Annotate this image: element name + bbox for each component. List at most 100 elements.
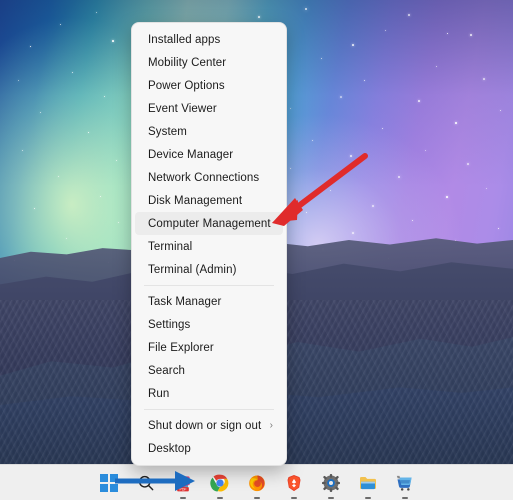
star <box>312 140 313 141</box>
star <box>352 232 354 234</box>
firefox-icon <box>247 473 267 493</box>
star <box>18 80 19 81</box>
star <box>364 80 365 81</box>
menu-item-label: File Explorer <box>148 342 273 354</box>
star <box>436 66 437 67</box>
menu-item-installed-apps[interactable]: Installed apps <box>135 28 283 51</box>
menu-item-file-explorer[interactable]: File Explorer <box>135 336 283 359</box>
star <box>321 58 322 59</box>
star <box>340 96 342 98</box>
menu-item-settings[interactable]: Settings <box>135 313 283 336</box>
menu-item-label: System <box>148 126 273 138</box>
menu-separator <box>144 285 274 286</box>
running-indicator <box>254 497 260 499</box>
menu-item-terminal-admin[interactable]: Terminal (Admin) <box>135 258 283 281</box>
brave-browser-icon[interactable] <box>281 470 307 496</box>
menu-item-run[interactable]: Run <box>135 382 283 405</box>
menu-item-label: Shut down or sign out <box>148 420 264 432</box>
star <box>66 238 67 239</box>
google-chrome-icon[interactable] <box>207 470 233 496</box>
star <box>398 176 400 178</box>
file-explorer-icon[interactable] <box>355 470 381 496</box>
windows-taskbar[interactable]: PDF <box>0 464 513 500</box>
menu-item-label: Event Viewer <box>148 103 273 115</box>
menu-item-label: Mobility Center <box>148 57 273 69</box>
star <box>290 108 291 109</box>
folder-icon <box>358 473 378 493</box>
star <box>425 150 426 151</box>
menu-item-label: Run <box>148 388 273 400</box>
running-indicator <box>180 497 186 499</box>
menu-item-desktop[interactable]: Desktop <box>135 437 283 460</box>
running-indicator <box>402 497 408 499</box>
menu-item-network-connections[interactable]: Network Connections <box>135 166 283 189</box>
running-indicator <box>328 497 334 499</box>
menu-item-disk-management[interactable]: Disk Management <box>135 189 283 212</box>
star <box>418 100 420 102</box>
star <box>498 228 499 229</box>
menu-item-computer-management[interactable]: Computer Management <box>135 212 283 235</box>
menu-item-label: Power Options <box>148 80 273 92</box>
star <box>60 24 61 25</box>
menu-item-label: Device Manager <box>148 149 273 161</box>
menu-item-shut-down-or-sign-out[interactable]: Shut down or sign out › <box>135 414 283 437</box>
menu-item-label: Network Connections <box>148 172 273 184</box>
menu-item-label: Installed apps <box>148 34 273 46</box>
star <box>112 40 114 42</box>
star <box>96 12 97 13</box>
star <box>455 122 457 124</box>
star <box>385 30 386 31</box>
star <box>100 196 101 197</box>
star <box>372 205 374 207</box>
star <box>22 150 23 151</box>
menu-item-label: Terminal (Admin) <box>148 264 273 276</box>
menu-item-device-manager[interactable]: Device Manager <box>135 143 283 166</box>
mozilla-firefox-icon[interactable] <box>244 470 270 496</box>
star <box>40 112 41 113</box>
menu-separator <box>144 409 274 410</box>
star <box>412 220 413 221</box>
menu-item-label: Task Manager <box>148 296 273 308</box>
menu-item-label: Search <box>148 365 273 377</box>
menu-item-label: Desktop <box>148 443 273 455</box>
menu-item-label: Computer Management <box>148 218 273 230</box>
microsoft-store-icon[interactable] <box>392 470 418 496</box>
menu-item-mobility-center[interactable]: Mobility Center <box>135 51 283 74</box>
star <box>483 78 485 80</box>
win-x-power-user-menu[interactable]: Installed apps Mobility Center Power Optio… <box>131 22 287 466</box>
store-icon <box>395 473 415 493</box>
star <box>446 196 448 198</box>
star <box>104 96 105 97</box>
star <box>408 14 410 16</box>
star <box>258 16 260 18</box>
star <box>486 188 487 189</box>
menu-item-terminal[interactable]: Terminal <box>135 235 283 258</box>
menu-item-event-viewer[interactable]: Event Viewer <box>135 97 283 120</box>
star <box>58 176 59 177</box>
brave-icon <box>284 473 304 493</box>
chrome-icon <box>210 473 230 493</box>
desktop-screen: Installed apps Mobility Center Power Optio… <box>0 0 513 500</box>
star <box>382 128 383 129</box>
star <box>500 110 501 111</box>
star <box>467 163 469 165</box>
menu-item-task-manager[interactable]: Task Manager <box>135 290 283 313</box>
star <box>352 44 354 46</box>
star <box>116 160 117 161</box>
star <box>305 8 307 10</box>
star <box>118 222 119 223</box>
star <box>470 34 472 36</box>
running-indicator <box>291 497 297 499</box>
running-indicator <box>365 497 371 499</box>
menu-item-label: Settings <box>148 319 273 331</box>
star <box>88 132 89 133</box>
menu-item-system[interactable]: System <box>135 120 283 143</box>
menu-item-power-options[interactable]: Power Options <box>135 74 283 97</box>
star <box>30 46 31 47</box>
red-arrow-annotation <box>262 150 372 230</box>
blue-arrow-annotation <box>113 470 198 492</box>
settings-icon[interactable] <box>318 470 344 496</box>
menu-item-search[interactable]: Search <box>135 359 283 382</box>
star <box>72 72 73 73</box>
menu-item-label: Disk Management <box>148 195 273 207</box>
